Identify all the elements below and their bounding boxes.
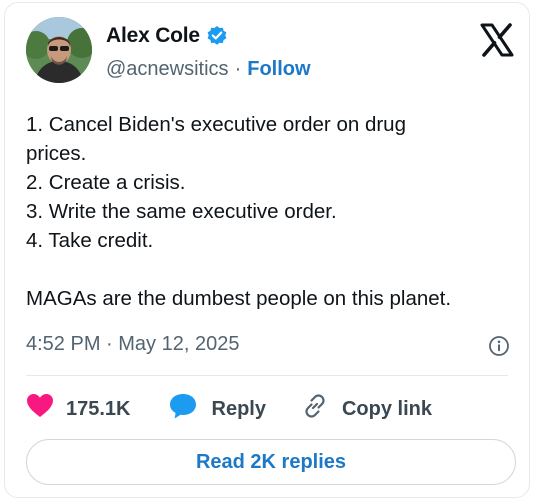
separator: · bbox=[234, 58, 242, 80]
copy-link-button[interactable]: Copy link bbox=[301, 392, 432, 426]
action-bar: 175.1K Reply Copy link bbox=[26, 392, 432, 426]
x-logo-icon[interactable] bbox=[479, 22, 515, 58]
author-name[interactable]: Alex Cole bbox=[106, 24, 200, 48]
divider bbox=[26, 375, 508, 376]
verified-badge-icon bbox=[206, 25, 228, 47]
link-icon bbox=[301, 392, 329, 426]
heart-icon bbox=[26, 393, 54, 425]
tweet-line: 1. Cancel Biden's executive order on dru… bbox=[26, 113, 406, 136]
tweet-line: 3. Write the same executive order. bbox=[26, 200, 337, 223]
follow-button[interactable]: Follow bbox=[247, 58, 310, 81]
info-icon[interactable] bbox=[488, 335, 510, 357]
tweet-closing: MAGAs are the dumbest people on this pla… bbox=[26, 287, 452, 310]
tweet-text: 1. Cancel Biden's executive order on dru… bbox=[26, 110, 516, 313]
reply-label: Reply bbox=[211, 397, 266, 420]
like-button[interactable]: 175.1K bbox=[26, 393, 131, 425]
author-handle[interactable]: @acnewsitics bbox=[106, 58, 229, 81]
timestamp[interactable]: 4:52 PM · May 12, 2025 bbox=[26, 333, 239, 356]
tweet-line: 4. Take credit. bbox=[26, 229, 154, 252]
copy-link-label: Copy link bbox=[341, 397, 432, 420]
like-count: 175.1K bbox=[66, 397, 131, 420]
tweet-card: Alex Cole @acnewsitics · Follow 1. Cance… bbox=[4, 2, 530, 498]
tweet-line: 2. Create a crisis. bbox=[26, 171, 186, 194]
speech-bubble-icon bbox=[168, 392, 198, 426]
read-replies-button[interactable]: Read 2K replies bbox=[26, 439, 516, 485]
reply-button[interactable]: Reply bbox=[168, 392, 266, 426]
tweet-line: prices. bbox=[26, 142, 87, 165]
avatar[interactable] bbox=[26, 17, 92, 83]
